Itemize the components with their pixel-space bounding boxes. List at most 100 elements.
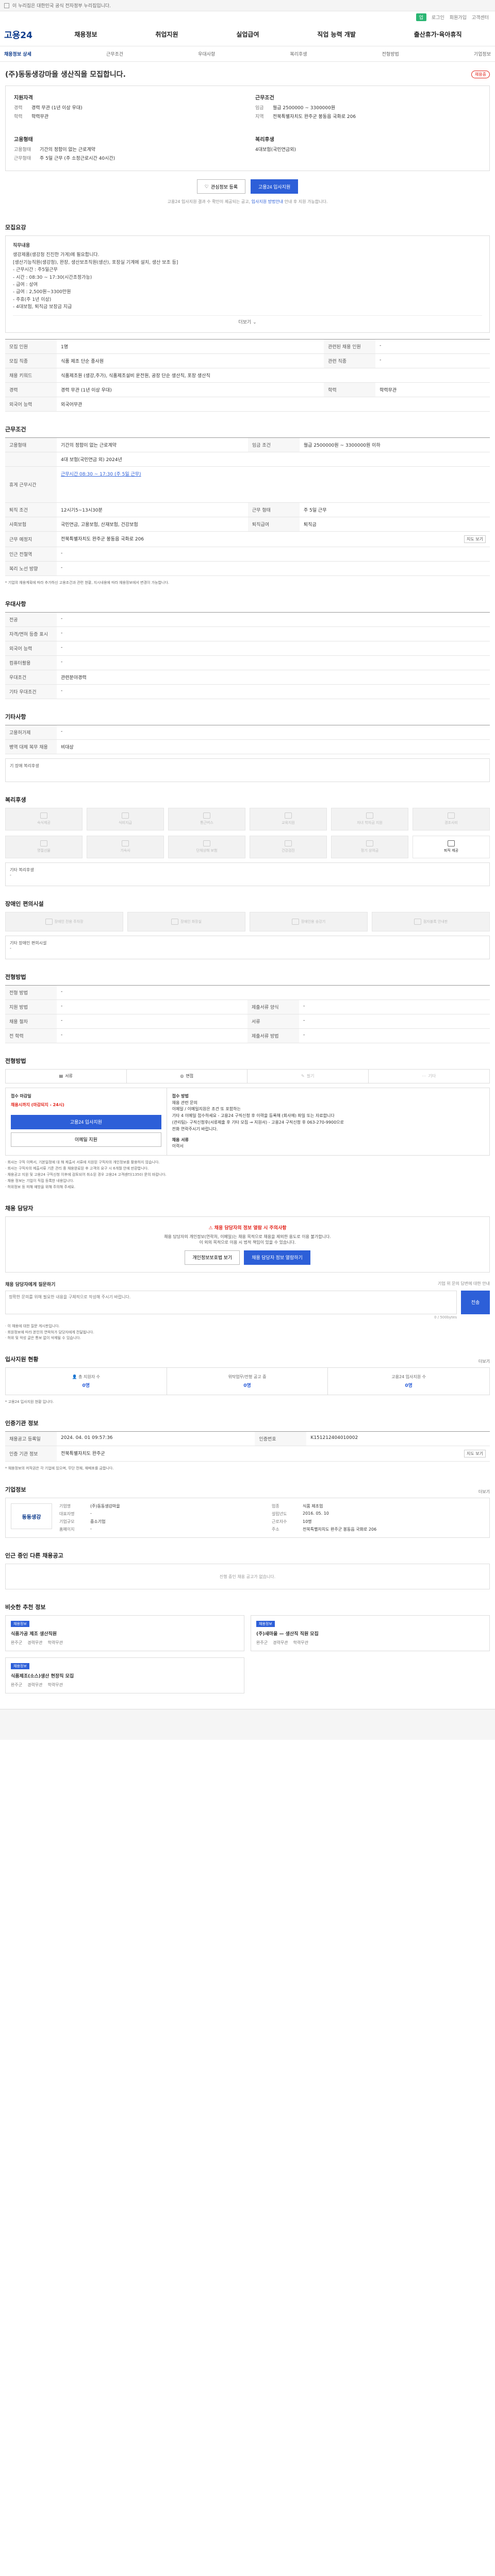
recommend-card[interactable]: 채용정보 식품가공 제조 생산직원 완주군 경력무관 학력무관	[5, 1615, 244, 1652]
map-button[interactable]: 지도 보기	[464, 535, 486, 543]
table-row: 고용형태 기간의 정함이 없는 근로계약 임금 조건 월급 2500000원 ~ 33…	[5, 437, 490, 452]
apply-email-button[interactable]: 이메일 지원	[11, 1132, 161, 1147]
contact-section: 채용 담당자 ⚠ 채용 담당자의 정보 열람 시 주의사항 채용 담당자의 개인…	[5, 1204, 490, 1342]
company-box: 동동생강 기업명 (주)동동생강마을 업종 식품 제조업 대표자명 - 설립년도 2016.…	[5, 1498, 490, 1538]
tab-company[interactable]: 기업정보	[474, 50, 491, 57]
job-summary: 지원자격 경력 경력 무관 (1년 이상 우대) 학력 학력무관 근무조건 임금 월급…	[5, 86, 490, 171]
signup-link[interactable]: 회원가입	[450, 14, 467, 21]
workcond-section: 근무조건 고용형태 기간의 정함이 없는 근로계약 임금 조건 월급 2500000원…	[5, 425, 490, 586]
table-row: 전형 방법 -	[5, 985, 490, 1000]
toilet-icon	[171, 918, 179, 925]
support-link[interactable]: 고객센터	[472, 14, 489, 21]
company-logo: 동동생강	[11, 1503, 52, 1530]
stats-more-link[interactable]: 더보기	[478, 1359, 490, 1364]
welfare-item: 경조사비	[412, 807, 490, 831]
tab-welfare[interactable]: 복리후생	[290, 50, 307, 57]
view-contact-button[interactable]: 채용 담당자 정보 열람하기	[244, 1250, 310, 1265]
table-row: 컴퓨터활용 -	[5, 655, 490, 670]
table-row: 근무 예정지 전북특별자치도 완주군 봉동읍 국화로 206 지도 보기	[5, 531, 490, 547]
company-section: 기업정보 더보기 동동생강 기업명 (주)동동생강마을 업종 식품 제조업 대표자명 - 설…	[5, 1485, 490, 1538]
other-jobs-section: 인근 중인 다른 채용공고 진행 중인 채용 공고가 없습니다.	[5, 1551, 490, 1590]
table-row: 전공 -	[5, 612, 490, 627]
welfare-item: 건강검진	[250, 835, 327, 858]
privacy-law-button[interactable]: 개인정보보호법 보기	[185, 1250, 240, 1265]
more-button[interactable]: 더보기 ⌄	[13, 315, 482, 326]
graduation-icon	[366, 812, 373, 819]
util-badge[interactable]: 업	[416, 13, 426, 21]
facility-item: 점자블록 안내판	[372, 911, 490, 931]
table-row: 4대 보험(국민연금 외) 2024년	[5, 452, 490, 467]
table-row: 복리 노선 방향 -	[5, 561, 490, 576]
work-time-link[interactable]: 근무시간 08:30 ~ 17:30 (주 5일 근무)	[61, 470, 486, 477]
welfare-item: 기숙사	[87, 835, 164, 858]
inquiry-input[interactable]	[5, 1290, 457, 1314]
inquiry-send-button[interactable]: 전송	[461, 1290, 490, 1314]
empty-state: 진행 중인 채용 공고가 없습니다.	[5, 1564, 490, 1590]
pref-table: 전공 - 자격/면허 등증 표시 - 외국어 능력 - 컴퓨터활용 - 우대조건 관련분야…	[5, 612, 490, 699]
register-map-button[interactable]: 지도 보기	[464, 1450, 486, 1458]
welfare-item: 자녀 학자금 지원	[331, 807, 408, 831]
register-section: 인증기관 정보 채용공고 등록일 2024. 04. 01 09:57:36 인증번…	[5, 1419, 490, 1472]
company-more-link[interactable]: 더보기	[478, 1489, 490, 1495]
food-icon	[122, 812, 129, 819]
etc-table: 고용허가제 - 병역 대체 복무 채용 비대상	[5, 724, 490, 754]
tab-method[interactable]: 전형방법	[382, 50, 399, 57]
table-row: 퇴직 조건 12시기5~13시30분 근무 형태 주 5일 근무	[5, 502, 490, 517]
gnb-item-leave[interactable]: 출산휴가·육아휴직	[414, 30, 462, 39]
tab-workcond[interactable]: 근무조건	[106, 50, 123, 57]
bus-icon	[203, 812, 210, 819]
apply-button[interactable]: 고용24 입사지원	[251, 179, 299, 194]
summary-type: 고용형태 고용형태 기간의 정함이 없는 근로계약 근무형태 주 5일 근무 (주 …	[14, 137, 116, 161]
method-table: 전형 방법 - 지원 방법 - 제출서류 양식 - 채용 절차 - 서류 - 전 학력 - 제출서…	[5, 985, 490, 1043]
welfare-item: 명절선물	[5, 835, 82, 858]
table-row: 모집 인원 1명 관련된 채용 인원 -	[5, 339, 490, 354]
apply-notice: 고용24 입사지원 결과 수 확인이 제공되는 공고, 입사지원 방법안내 안내…	[167, 199, 328, 204]
status-badge: 채용중	[471, 70, 490, 78]
section-tabs: 채용정보 상세 근무조건 우대사항 복리후생 전형방법 기업정보	[0, 46, 495, 62]
alert-icon: ⚠	[208, 1225, 213, 1231]
recommend-card[interactable]: 채용정보 식품제조(소스)생산 현장직 모집 완주군 경력무관 학력무관	[5, 1657, 244, 1694]
register-table: 채용공고 등록일 2024. 04. 01 09:57:36 인증번호 K151212…	[5, 1431, 490, 1462]
doc-icon: ▤	[59, 1074, 63, 1079]
table-row: 기타 우대조건 -	[5, 684, 490, 699]
welfare-item: 통근버스	[168, 807, 245, 831]
gnb-item-training[interactable]: 직업 능력 개발	[317, 30, 356, 39]
table-row: 사회보험 국민연금, 고용보험, 산재보험, 건강보험 퇴직급여 퇴직금	[5, 517, 490, 532]
site-logo[interactable]: 고용24	[4, 28, 45, 41]
login-link[interactable]: 로그인	[432, 14, 444, 21]
welfare-item: 교육지원	[250, 807, 327, 831]
table-row: 외국어 능력 -	[5, 641, 490, 656]
table-row: 채용 키워드 식품제조원 (생강,주가), 식품제조설비 운전원, 공장 단순 생…	[5, 368, 490, 383]
facility-item: 장애인용 승강기	[250, 911, 368, 931]
shield-icon	[203, 840, 210, 847]
chevron-down-icon: ⌄	[253, 319, 257, 325]
envelope-icon	[448, 812, 455, 819]
method-tab-interview: ◎ 면접	[127, 1069, 248, 1083]
inquiry-notes: · 이 채용에 대한 질문 게시판입니다. · 회원정보에 따라 본인의 연락처…	[5, 1324, 94, 1341]
flag-icon	[4, 3, 9, 8]
tab-pref[interactable]: 우대사항	[198, 50, 215, 57]
method-tabs: ▤ 서류 ◎ 면접 ✎ 필기 ⋯ 기타	[5, 1069, 490, 1083]
welfare-etc-box: 기타 복리후생 -	[5, 862, 490, 886]
apply-guide-link[interactable]: 입사지원 방법안내	[252, 199, 283, 204]
stats-section: 입사지원 현황 더보기 👤 총 지원자 수 0명 위탁업무/전형 공고 중 0명 고용…	[5, 1356, 490, 1404]
save-interest-button[interactable]: ♡ 관심정보 등록	[196, 179, 246, 194]
privacy-warning: ⚠ 채용 담당자의 정보 열람 시 주의사항 채용 담당자의 개인정보(연락처,…	[5, 1216, 490, 1273]
pref-section: 우대사항 전공 - 자격/면허 등증 표시 - 외국어 능력 - 컴퓨터활용 - 우대조…	[5, 600, 490, 699]
method-section: 전형방법 전형 방법 - 지원 방법 - 제출서류 양식 - 채용 절차 - 서류 - 전 학…	[5, 973, 490, 1043]
etc-section: 기타사항 고용허가제 - 병역 대체 복무 채용 비대상 기 장애 복리후생	[5, 713, 490, 782]
facility-item: 장애인 전용 주차장	[5, 911, 123, 931]
gnb-item-benefit[interactable]: 실업급여	[236, 30, 259, 39]
apply-online-button[interactable]: 고용24 입사지원	[11, 1114, 161, 1129]
elevator-icon	[291, 918, 299, 925]
table-row: 인근 전철역 -	[5, 547, 490, 562]
gnb-item-jobs[interactable]: 채용정보	[74, 30, 97, 39]
table-row: 휴게 근무시간 근무시간 08:30 ~ 17:30 (주 5일 근무)	[5, 466, 490, 503]
method-tab-test: ✎ 필기	[248, 1069, 369, 1083]
tab-detail[interactable]: 채용정보 상세	[4, 50, 31, 57]
gnb-item-support[interactable]: 취업지원	[155, 30, 178, 39]
recommend-card[interactable]: 채용정보 (주)새마을 — 생산직 직원 모집 완주군 경력무관 학력무관	[251, 1615, 490, 1652]
user-icon: 👤	[72, 1375, 77, 1380]
facility-item: 장애인 화장실	[127, 911, 245, 931]
table-row: 채용 절차 - 서류 -	[5, 1014, 490, 1029]
